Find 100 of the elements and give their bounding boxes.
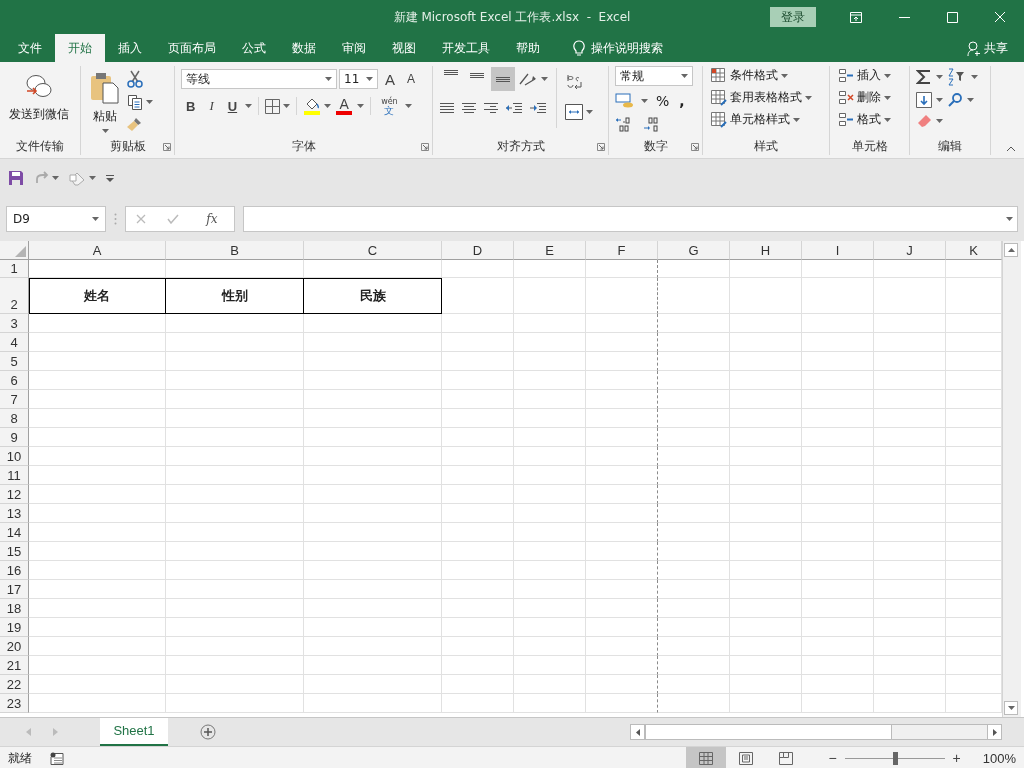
center-icon[interactable] xyxy=(461,101,477,115)
sort-filter-icon[interactable] xyxy=(947,68,967,86)
share-button[interactable]: 共享 xyxy=(961,34,1014,62)
shrink-font-button[interactable]: A xyxy=(402,72,421,86)
font-name-field[interactable]: 等线 xyxy=(181,69,337,89)
macro-record-icon[interactable] xyxy=(50,751,64,765)
zoom-level[interactable]: 100% xyxy=(982,750,1016,766)
insert-function-button[interactable]: fx xyxy=(200,211,224,227)
column-header[interactable]: A xyxy=(29,241,166,260)
dialog-launcher-icon[interactable] xyxy=(163,143,171,151)
row-header[interactable]: 19 xyxy=(0,618,29,637)
font-color-button[interactable]: A xyxy=(334,97,355,115)
checkmark-icon[interactable] xyxy=(167,214,180,224)
row-header[interactable]: 1 xyxy=(0,260,29,278)
sheet-tab[interactable]: Sheet1 xyxy=(100,717,168,746)
column-header[interactable]: C xyxy=(304,241,442,260)
wrap-text-icon[interactable] xyxy=(565,72,585,92)
dialog-launcher-icon[interactable] xyxy=(691,143,699,151)
horizontal-scrollbar[interactable] xyxy=(630,724,1002,740)
horizontal-scrollbar-thumb[interactable] xyxy=(645,725,892,739)
format-as-table-button[interactable]: 套用表格格式 xyxy=(709,88,814,107)
row-header[interactable]: 16 xyxy=(0,561,29,580)
grow-font-button[interactable]: A xyxy=(380,70,400,88)
comma-button[interactable]: , xyxy=(677,92,687,110)
conditional-formatting-button[interactable]: 条件格式 xyxy=(709,66,814,85)
search-icon[interactable] xyxy=(947,92,963,108)
ribbon-tab[interactable]: 插入 xyxy=(105,34,155,62)
row-header[interactable]: 10 xyxy=(0,447,29,466)
column-header[interactable]: J xyxy=(874,241,946,260)
scroll-up-button[interactable] xyxy=(1004,243,1018,257)
row-header[interactable]: 23 xyxy=(0,694,29,713)
zoom-out-button[interactable]: − xyxy=(824,750,841,766)
sum-icon[interactable] xyxy=(916,69,932,85)
ribbon-tab[interactable]: 开始 xyxy=(55,34,105,62)
column-header[interactable]: E xyxy=(514,241,586,260)
dialog-launcher-icon[interactable] xyxy=(421,143,429,151)
row-header[interactable]: 7 xyxy=(0,390,29,409)
ribbon-tab[interactable]: 开发工具 xyxy=(429,34,503,62)
number-format-field[interactable]: 常规 xyxy=(615,66,693,86)
column-header[interactable]: D xyxy=(442,241,514,260)
customize-toolbar-icon[interactable] xyxy=(106,174,114,182)
copy-icon[interactable] xyxy=(127,94,143,110)
merge-cells-icon[interactable] xyxy=(565,104,583,120)
row-header[interactable]: 9 xyxy=(0,428,29,447)
column-header[interactable]: F xyxy=(586,241,658,260)
row-header[interactable]: 3 xyxy=(0,314,29,333)
font-size-field[interactable]: 11 xyxy=(339,69,378,89)
paintbrush-icon[interactable] xyxy=(127,116,143,132)
decrease-decimal-icon[interactable] xyxy=(643,116,661,132)
cell-styles-button[interactable]: 单元格样式 xyxy=(709,110,814,129)
zoom-in-button[interactable]: + xyxy=(948,750,965,766)
align-right-icon[interactable] xyxy=(483,101,499,115)
phonetic-guide-button[interactable]: wén 文 xyxy=(377,97,402,115)
row-header[interactable]: 8 xyxy=(0,409,29,428)
ribbon-tab[interactable]: 视图 xyxy=(379,34,429,62)
scroll-down-button[interactable] xyxy=(1004,701,1018,715)
italic-button[interactable]: I xyxy=(203,98,220,114)
row-header[interactable]: 11 xyxy=(0,466,29,485)
paste-button[interactable]: 粘贴 xyxy=(87,66,123,133)
increase-decimal-icon[interactable] xyxy=(615,116,633,132)
ribbon-tab[interactable]: 公式 xyxy=(229,34,279,62)
fill-color-icon[interactable] xyxy=(303,97,322,115)
column-header[interactable]: K xyxy=(946,241,1002,260)
increase-indent-icon[interactable] xyxy=(529,101,547,115)
scissors-icon[interactable] xyxy=(127,70,143,88)
ribbon-tab[interactable]: 帮助 xyxy=(503,34,553,62)
bold-button[interactable]: B xyxy=(181,98,201,114)
name-box[interactable]: D9 xyxy=(6,206,106,232)
insert-cells-button[interactable]: 插入 xyxy=(836,66,893,85)
row-header[interactable]: 22 xyxy=(0,675,29,694)
fill-down-icon[interactable] xyxy=(916,92,932,108)
row-header[interactable]: 12 xyxy=(0,485,29,504)
row-header[interactable]: 2 xyxy=(0,278,29,314)
column-header[interactable]: H xyxy=(730,241,802,260)
row-header[interactable]: 18 xyxy=(0,599,29,618)
normal-view-button[interactable] xyxy=(686,747,727,768)
row-header[interactable]: 13 xyxy=(0,504,29,523)
row-header[interactable]: 20 xyxy=(0,637,29,656)
ribbon-tab[interactable]: 数据 xyxy=(279,34,329,62)
row-header[interactable]: 21 xyxy=(0,656,29,675)
ribbon-tab[interactable]: 审阅 xyxy=(329,34,379,62)
column-header[interactable]: G xyxy=(658,241,730,260)
underline-button[interactable]: U xyxy=(222,98,243,114)
tell-me-search[interactable]: 操作说明搜索 xyxy=(567,34,669,62)
ribbon-tab[interactable]: 页面布局 xyxy=(155,34,229,62)
row-header[interactable]: 6 xyxy=(0,371,29,390)
column-header[interactable]: I xyxy=(802,241,874,260)
row-header[interactable]: 4 xyxy=(0,333,29,352)
bottom-align-icon[interactable] xyxy=(491,67,515,91)
row-header[interactable]: 15 xyxy=(0,542,29,561)
borders-icon[interactable] xyxy=(265,98,281,114)
add-sheet-icon[interactable] xyxy=(200,724,216,740)
row-header[interactable]: 14 xyxy=(0,523,29,542)
zoom-slider-thumb[interactable] xyxy=(892,751,898,765)
column-header[interactable]: B xyxy=(166,241,304,260)
send-to-wechat-button[interactable]: 发送到微信 xyxy=(6,66,72,123)
dialog-launcher-icon[interactable] xyxy=(597,143,605,151)
ribbon-tab[interactable]: 文件 xyxy=(5,34,55,62)
align-left-icon[interactable] xyxy=(439,101,455,115)
scroll-left-button[interactable] xyxy=(631,725,645,739)
